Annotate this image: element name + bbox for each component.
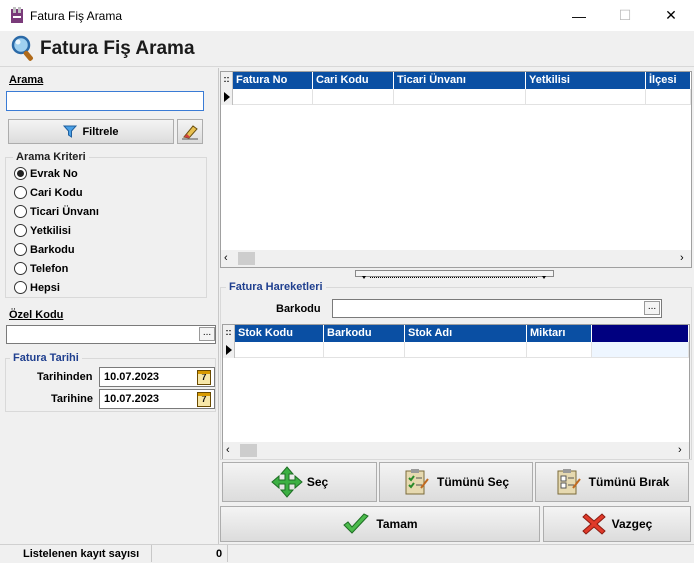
invoice-column-header[interactable]: Yetkilisi	[526, 72, 646, 89]
criteria-radio[interactable]	[14, 167, 27, 180]
criteria-title: Arama Kriteri	[13, 151, 89, 163]
scroll-left-icon[interactable]: ‹	[224, 252, 228, 264]
invoice-row-indicator	[221, 89, 233, 105]
movement-cell[interactable]	[324, 342, 405, 358]
filter-button-label: Filtrele	[82, 125, 119, 138]
invoice-column-header[interactable]: Cari Kodu	[313, 72, 394, 89]
ok-button-label: Tamam	[376, 517, 418, 531]
invoice-cell[interactable]	[313, 89, 394, 105]
maximize-button[interactable]: ☐	[602, 0, 648, 31]
app-icon	[11, 7, 23, 23]
cancel-button-label: Vazgeç	[611, 517, 653, 531]
movements-grid-corner: ::	[223, 325, 235, 342]
movements-row-indicator	[223, 342, 235, 358]
row-pointer-icon	[226, 345, 232, 355]
search-label: Arama	[9, 74, 44, 86]
scroll-thumb[interactable]	[238, 252, 255, 265]
checklist-icon	[405, 469, 429, 495]
invoice-grid-hscroll[interactable]	[221, 250, 691, 267]
ok-button[interactable]: Tamam	[220, 506, 540, 542]
barcode-input[interactable]	[332, 299, 662, 318]
cross-icon	[581, 513, 606, 535]
movement-cell[interactable]	[527, 342, 592, 358]
invoice-cell[interactable]	[394, 89, 526, 105]
movement-cell[interactable]	[592, 342, 689, 358]
to-date-value: 10.07.2023	[104, 393, 160, 405]
to-date-label: Tarihine	[51, 393, 93, 405]
panel-divider	[218, 68, 219, 544]
magnifier-icon	[11, 35, 33, 61]
invoice-cell[interactable]	[526, 89, 646, 105]
scroll-thumb[interactable]	[240, 444, 257, 457]
checklist-icon	[557, 469, 581, 495]
select-all-button-label: Tümünü Seç	[436, 475, 509, 489]
minimize-button[interactable]: —	[556, 0, 602, 31]
splitter-handle[interactable]	[355, 270, 554, 279]
row-pointer-icon	[224, 92, 230, 102]
criteria-option-label[interactable]: Cari Kodu	[30, 187, 83, 199]
page-title: Fatura Fiş Arama	[40, 38, 195, 59]
scroll-left-icon[interactable]: ‹	[226, 444, 230, 456]
movement-column-header[interactable]: Barkodu	[324, 325, 405, 342]
invoice-cell[interactable]	[646, 89, 691, 105]
deselect-all-button-label: Tümünü Bırak	[588, 475, 670, 489]
deselect-all-button[interactable]: Tümünü Bırak	[535, 462, 689, 502]
invoice-date-title: Fatura Tarihi	[10, 352, 82, 364]
from-date-label: Tarihinden	[37, 371, 93, 383]
status-divider	[227, 545, 228, 562]
select-button[interactable]: Seç	[222, 462, 377, 502]
status-divider	[151, 545, 152, 562]
window-title: Fatura Fiş Arama	[30, 9, 123, 23]
eraser-icon	[182, 124, 198, 139]
select-button-label: Seç	[306, 475, 329, 489]
criteria-radio[interactable]	[14, 243, 27, 256]
special-code-lookup-button[interactable]: ...	[199, 327, 215, 341]
movement-column-header[interactable]: Stok Adı	[405, 325, 527, 342]
filter-button[interactable]: Filtrele	[8, 119, 174, 144]
criteria-radio[interactable]	[14, 205, 27, 218]
record-count-label: Listelenen kayıt sayısı	[23, 548, 140, 560]
scroll-right-icon[interactable]: ›	[678, 444, 682, 456]
splitter-arrows-icon	[362, 276, 546, 279]
movement-column-header[interactable]: Stok Kodu	[235, 325, 324, 342]
criteria-radio[interactable]	[14, 224, 27, 237]
criteria-radio[interactable]	[14, 262, 27, 275]
select-all-button[interactable]: Tümünü Seç	[379, 462, 533, 502]
move-arrows-icon	[271, 466, 303, 498]
checkmark-icon	[343, 513, 370, 534]
criteria-option-label[interactable]: Yetkilisi	[30, 225, 71, 237]
movement-cell[interactable]	[405, 342, 527, 358]
cancel-button[interactable]: Vazgeç	[543, 506, 691, 542]
barcode-label: Barkodu	[276, 303, 321, 315]
movement-column-header[interactable]: Miktarı	[527, 325, 592, 342]
movements-grid-hscroll[interactable]	[223, 442, 689, 459]
criteria-option-label[interactable]: Evrak No	[30, 168, 78, 180]
scroll-right-icon[interactable]: ›	[680, 252, 684, 264]
invoice-column-header[interactable]: İlçesi	[646, 72, 691, 89]
search-input[interactable]	[6, 91, 204, 111]
criteria-radio[interactable]	[14, 186, 27, 199]
criteria-option-label[interactable]: Telefon	[30, 263, 68, 275]
from-date-calendar-icon[interactable]: 7	[197, 370, 211, 385]
criteria-radio[interactable]	[14, 281, 27, 294]
invoice-column-header[interactable]: Fatura No	[233, 72, 313, 89]
movement-column-header[interactable]	[592, 325, 689, 342]
criteria-option-label[interactable]: Barkodu	[30, 244, 75, 256]
barcode-lookup-button[interactable]: ...	[644, 301, 660, 315]
record-count-value: 0	[216, 548, 223, 560]
clear-button[interactable]	[177, 119, 203, 144]
movement-cell[interactable]	[235, 342, 324, 358]
from-date-value: 10.07.2023	[104, 371, 160, 383]
close-button[interactable]: ✕	[648, 0, 694, 31]
invoice-grid-corner: ::	[221, 72, 233, 89]
funnel-icon	[63, 125, 78, 138]
special-code-input[interactable]	[6, 325, 216, 344]
movements-title: Fatura Hareketleri	[226, 281, 326, 293]
special-code-label: Özel Kodu	[9, 309, 64, 321]
criteria-option-label[interactable]: Ticari Ünvanı	[30, 206, 99, 218]
invoice-column-header[interactable]: Ticari Ünvanı	[394, 72, 526, 89]
to-date-calendar-icon[interactable]: 7	[197, 392, 211, 407]
criteria-option-label[interactable]: Hepsi	[30, 282, 60, 294]
invoice-cell[interactable]	[233, 89, 313, 105]
